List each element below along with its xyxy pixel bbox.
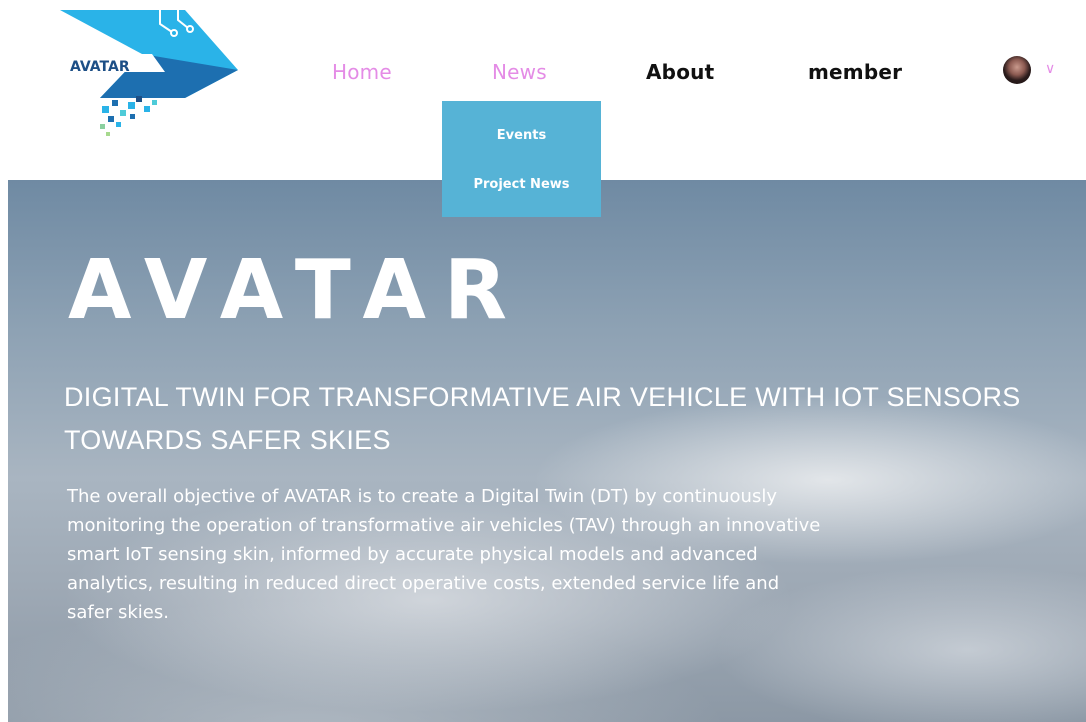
logo-text: AVATAR [70, 59, 130, 75]
hero-subtitle: DIGITAL TWIN FOR TRANSFORMATIVE AIR VEHI… [64, 382, 1021, 455]
nav-about[interactable]: About [646, 60, 714, 84]
avatar[interactable] [1003, 56, 1031, 84]
hero-description: The overall objective of AVATAR is to cr… [67, 486, 821, 623]
nav-member[interactable]: member [808, 60, 902, 84]
news-dropdown: Events Project News [442, 101, 601, 217]
hero-title: AVATAR [68, 243, 526, 338]
chevron-down-icon[interactable]: ∨ [1045, 61, 1055, 77]
hero-section: AVATAR DIGITAL TWIN FOR TRANSFORMATIVE A… [8, 180, 1086, 722]
nav-news[interactable]: News [492, 60, 547, 84]
avatar-logo[interactable]: AVATAR [60, 10, 245, 140]
nav-home[interactable]: Home [332, 60, 392, 84]
logo-graphic: AVATAR [60, 10, 238, 136]
dropdown-item-events[interactable]: Events [442, 128, 601, 143]
user-menu[interactable]: ∨ [1003, 56, 1067, 86]
dropdown-item-project-news[interactable]: Project News [442, 177, 601, 192]
